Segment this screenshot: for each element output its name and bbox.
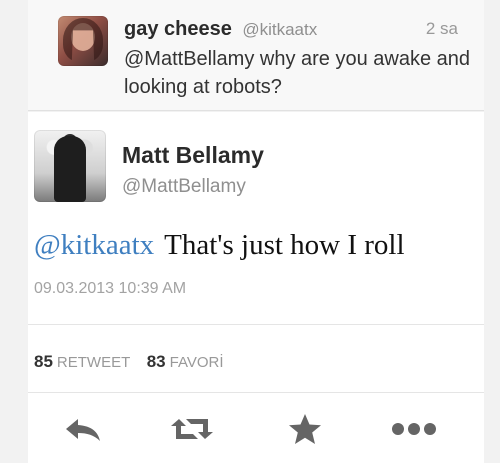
retweet-button[interactable] (167, 412, 217, 446)
avatar-person (54, 136, 86, 202)
reply-tweet-card[interactable]: gay cheese @kitkaatx 2 sa @MattBellamy w… (28, 0, 484, 111)
stats-divider-bottom (28, 392, 484, 393)
reply-icon (66, 419, 100, 441)
tweet-datetime: 09.03.2013 10:39 AM (34, 280, 187, 297)
favorite-label: FAVORİ (169, 354, 224, 371)
favorite-button[interactable] (280, 412, 330, 446)
tweet-text: That's just how I roll (164, 229, 405, 261)
main-tweet-card: Matt Bellamy @MattBellamy @kitkaatx That'… (28, 112, 484, 463)
favorite-stat[interactable]: 83 FAVORİ (146, 352, 224, 371)
retweet-icon (171, 419, 213, 439)
star-icon (289, 414, 321, 444)
more-button[interactable] (389, 412, 439, 446)
reply-tweet-text: @MattBellamy why are you awake and looki… (124, 48, 471, 98)
main-author-handle[interactable]: @MattBellamy (122, 176, 246, 198)
tweet-detail-screen: gay cheese @kitkaatx 2 sa @MattBellamy w… (0, 0, 500, 463)
reply-timestamp: 2 sa (425, 19, 458, 38)
reply-button[interactable] (58, 412, 108, 446)
tweet-actions (28, 408, 484, 450)
retweet-label: RETWEET (56, 354, 131, 371)
main-tweet-body: @kitkaatx That's just how I roll (34, 228, 405, 262)
reply-author-handle[interactable]: @kitkaatx (242, 20, 317, 39)
reply-avatar[interactable] (58, 16, 108, 66)
mention-link[interactable]: @kitkaatx (34, 229, 154, 261)
reply-author-name[interactable]: gay cheese (124, 18, 232, 40)
retweet-stat[interactable]: 85 RETWEET (34, 352, 135, 371)
stats-divider-top (28, 324, 484, 325)
tweet-stats: 85 RETWEET 83 FAVORİ (34, 352, 224, 372)
main-author-name[interactable]: Matt Bellamy (122, 142, 264, 169)
favorite-count: 83 (146, 352, 166, 371)
reply-header: gay cheese @kitkaatx 2 sa (124, 18, 474, 42)
main-avatar[interactable] (34, 130, 106, 202)
more-icon (392, 423, 436, 435)
retweet-count: 85 (34, 352, 53, 371)
